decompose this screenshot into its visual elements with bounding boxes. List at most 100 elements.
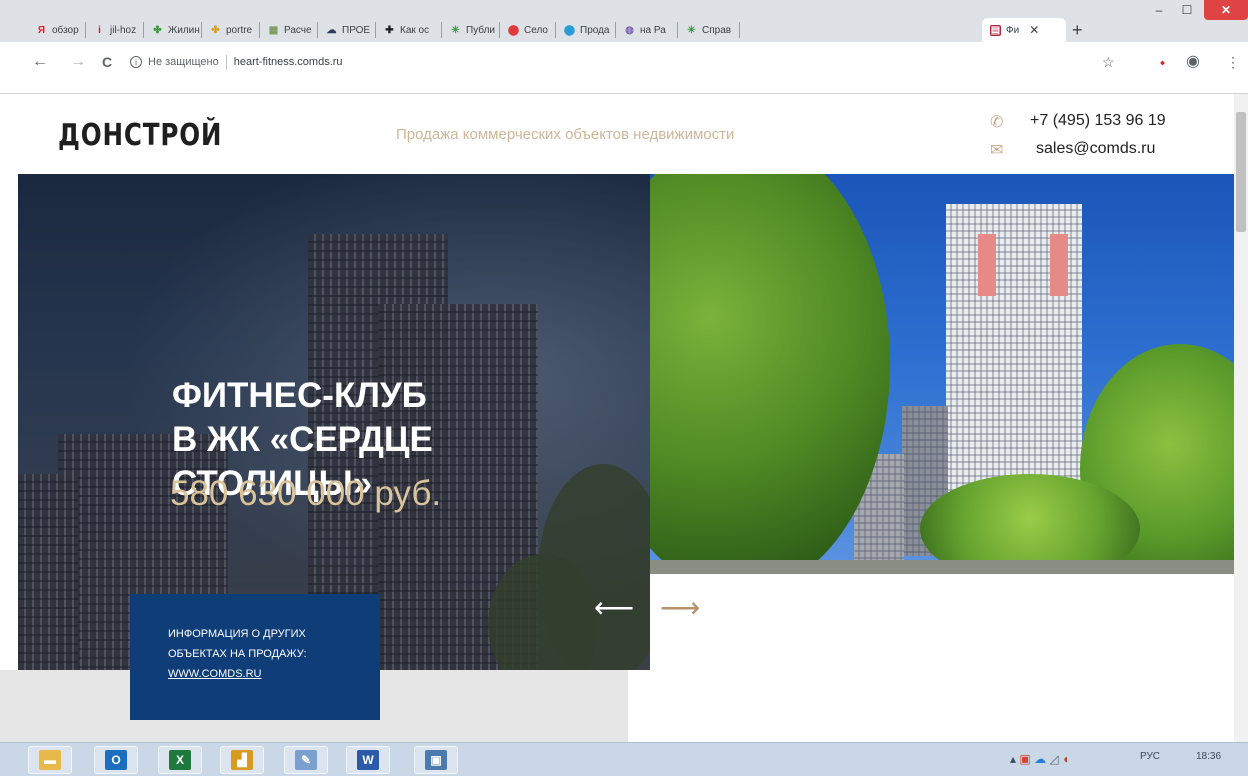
extension-icon[interactable]: ⬩ bbox=[1160, 50, 1165, 74]
explorer-icon: ▬ bbox=[39, 750, 61, 770]
minimize-button[interactable]: ‒ bbox=[1146, 0, 1172, 20]
address-bar[interactable]: i Не защищено heart-fitness.comds.ru bbox=[130, 50, 1090, 74]
menu-icon[interactable]: ⋮ bbox=[1226, 50, 1240, 74]
info-text: ОБЪЕКТАХ НА ПРОДАЖУ: bbox=[168, 648, 307, 660]
street-ground bbox=[650, 560, 1236, 574]
tab-label: Справ bbox=[702, 24, 732, 36]
hero-price: 580 630 000 руб. bbox=[170, 474, 442, 513]
language-indicator[interactable]: РУС bbox=[1140, 751, 1160, 762]
photos-icon: ▣ bbox=[425, 750, 447, 770]
site-info-icon[interactable]: i bbox=[130, 56, 142, 68]
page-scrollbar[interactable] bbox=[1234, 94, 1248, 742]
tab-favicon-icon: ▤ bbox=[990, 24, 1001, 36]
phone-icon: ✆ bbox=[990, 114, 1004, 131]
tab-6[interactable]: ☁ ПРОЕ bbox=[318, 18, 376, 42]
tab-10[interactable]: ⬤ Прода bbox=[556, 18, 616, 42]
browser-toolbar: ← → C i Не защищено heart-fitness.comds.… bbox=[0, 42, 1248, 94]
tab-label: portre bbox=[226, 24, 253, 36]
bookmark-star-icon[interactable]: ☆ bbox=[1102, 50, 1115, 74]
clock[interactable]: 18:36 bbox=[1196, 751, 1221, 762]
excel-icon: X bbox=[169, 750, 191, 770]
scrollbar-thumb[interactable] bbox=[1236, 112, 1246, 232]
address-divider bbox=[225, 55, 227, 69]
email-icon: ✉ bbox=[990, 142, 1004, 159]
security-status: Не защищено bbox=[148, 56, 219, 68]
sparkle-icon: ✳ bbox=[687, 24, 696, 36]
tab-8[interactable]: ✳ Публи bbox=[442, 18, 500, 42]
facade-banner bbox=[978, 234, 996, 296]
tab-label: Фи bbox=[1006, 24, 1020, 36]
site-logo[interactable]: ДОНСТРОЙ bbox=[58, 118, 222, 153]
site-tagline: Продажа коммерческих объектов недвижимос… bbox=[396, 126, 735, 143]
tab-label: Публи bbox=[466, 24, 495, 36]
new-tab-button[interactable]: + bbox=[1072, 18, 1083, 42]
tab-4[interactable]: ✤ portre bbox=[202, 18, 260, 42]
tab-label: обзор bbox=[52, 24, 79, 36]
yandex-icon: Я bbox=[37, 24, 46, 36]
close-window-button[interactable]: ✕ bbox=[1204, 0, 1248, 20]
hero-title-line: В ЖК «СЕРДЦЕ bbox=[172, 420, 433, 459]
leaf-icon: ✤ bbox=[211, 24, 220, 36]
cloud-icon: ☁ bbox=[326, 24, 337, 36]
sparkle-icon: ✳ bbox=[451, 24, 460, 36]
taskbar-word-button[interactable]: W bbox=[346, 746, 390, 774]
hero-image-right bbox=[650, 174, 1236, 574]
info-box: ИНФОРМАЦИЯ О ДРУГИХ ОБЪЕКТАХ НА ПРОДАЖУ:… bbox=[130, 594, 380, 720]
taskbar-outlook-button[interactable]: O bbox=[94, 746, 138, 774]
tab-9[interactable]: ⬤ Село bbox=[500, 18, 556, 42]
tray-arrow-icon[interactable]: ▴ bbox=[1010, 752, 1016, 766]
info-icon: i bbox=[98, 24, 101, 36]
tab-label: Расче bbox=[284, 24, 312, 36]
tab-3[interactable]: ✤ Жилин bbox=[144, 18, 202, 42]
tab-11[interactable]: ◍ на Ра bbox=[616, 18, 678, 42]
hero-title-line: ФИТНЕС-КЛУБ bbox=[172, 376, 427, 415]
network-icon[interactable]: ◿ bbox=[1049, 752, 1058, 766]
page-viewport: ДОНСТРОЙ Продажа коммерческих объектов н… bbox=[0, 94, 1248, 742]
tab-7[interactable]: ✚ Как ос bbox=[376, 18, 442, 42]
tab-1[interactable]: Яобзор bbox=[28, 18, 86, 42]
tab-active[interactable]: ▤ Фи ✕ bbox=[982, 18, 1066, 42]
plus-icon: ✚ bbox=[385, 24, 394, 36]
url-text[interactable]: heart-fitness.comds.ru bbox=[234, 56, 343, 68]
map-pin-icon: ⬤ bbox=[563, 24, 576, 36]
sheet-icon: ▦ bbox=[268, 24, 279, 36]
back-button[interactable]: ← bbox=[32, 50, 48, 74]
taskbar-paint-button[interactable]: ✎ bbox=[284, 746, 328, 774]
tab-close-icon[interactable]: ✕ bbox=[1029, 23, 1039, 37]
taskbar-photos-button[interactable]: ▣ bbox=[414, 746, 458, 774]
tab-label: Как ос bbox=[400, 24, 430, 36]
profile-icon[interactable]: ◉ bbox=[1186, 50, 1200, 74]
tab-label: Село bbox=[524, 24, 548, 36]
cloud-icon[interactable]: ☁ bbox=[1034, 752, 1046, 766]
tab-label: Жилин bbox=[168, 24, 200, 36]
word-icon: W bbox=[357, 750, 379, 770]
tab-label: ПРОЕ bbox=[342, 24, 371, 36]
tab-strip: ▤ Фи ✕ + ‒ ☐ ✕ Яобзор i jil-hoz ✤ Жилин ✤ port… bbox=[0, 0, 1248, 42]
charts-icon: ▟ bbox=[231, 750, 253, 770]
slider-prev-arrow[interactable]: ⟵ bbox=[594, 594, 634, 622]
tab-label: на Ра bbox=[640, 24, 666, 36]
taskbar-explorer-button[interactable]: ▬ bbox=[28, 746, 72, 774]
tab-12[interactable]: ✳ Справ bbox=[678, 18, 740, 42]
tray-app-icon[interactable]: ▣ bbox=[1019, 752, 1030, 766]
map-pin-icon: ⬤ bbox=[507, 24, 520, 36]
tab-5[interactable]: ▦ Расче bbox=[260, 18, 318, 42]
tab-2[interactable]: i jil-hoz bbox=[86, 18, 144, 42]
facade-banner bbox=[1050, 234, 1068, 296]
forward-button[interactable]: → bbox=[70, 50, 86, 74]
tray-icons[interactable]: ▴ ▣ ☁ ◿ ◖ bbox=[1010, 752, 1069, 766]
maximize-button[interactable]: ☐ bbox=[1174, 0, 1200, 20]
email-link[interactable]: sales@comds.ru bbox=[1036, 140, 1155, 158]
taskbar-excel-button[interactable]: X bbox=[158, 746, 202, 774]
tab-label: jil-hoz bbox=[110, 24, 137, 36]
volume-icon[interactable]: ◖ bbox=[1062, 752, 1069, 766]
comds-link[interactable]: WWW.COMDS.RU bbox=[168, 664, 380, 684]
windows-taskbar: ▴ ▣ ☁ ◿ ◖ РУС 18:36 ▬ O X ▟ ✎ W ▣ bbox=[0, 742, 1248, 776]
leaf-icon: ✤ bbox=[153, 24, 162, 36]
browser-window: ▤ Фи ✕ + ‒ ☐ ✕ Яобзор i jil-hoz ✤ Жилин ✤ port… bbox=[0, 0, 1248, 742]
phone-number[interactable]: +7 (495) 153 96 19 bbox=[1030, 112, 1166, 130]
taskbar-charts-button[interactable]: ▟ bbox=[220, 746, 264, 774]
slider-next-arrow[interactable]: ⟶ bbox=[660, 594, 700, 622]
globe-icon: ◍ bbox=[625, 24, 634, 36]
reload-button[interactable]: C bbox=[102, 50, 112, 74]
